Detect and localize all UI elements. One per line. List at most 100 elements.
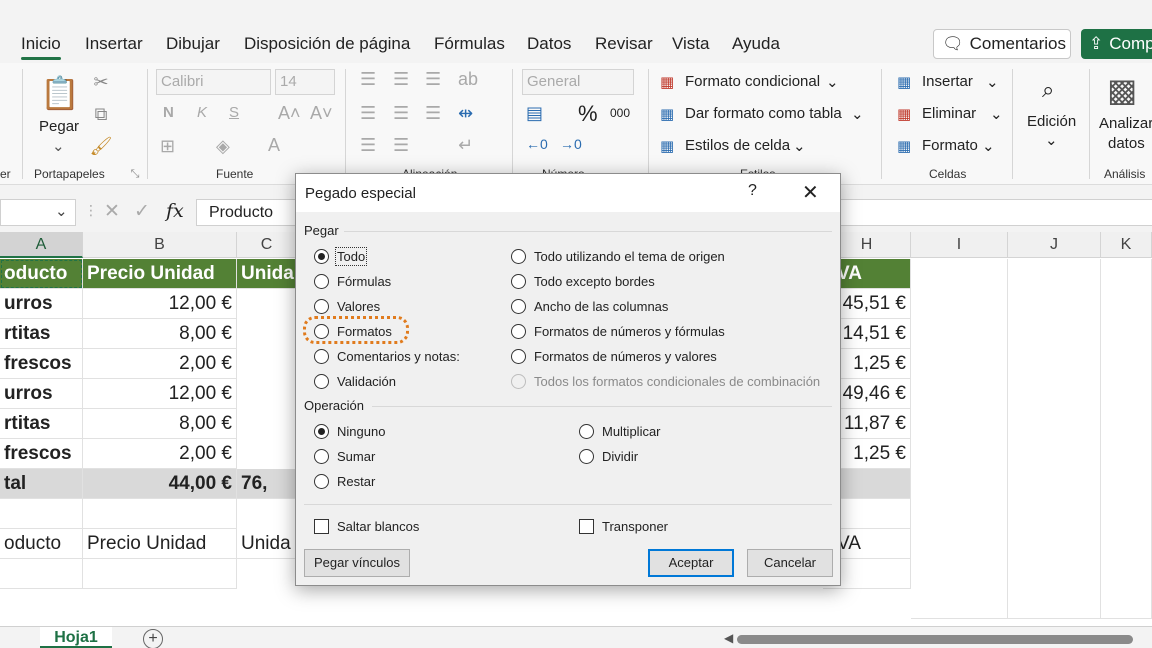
tab-insertar[interactable]: Insertar (85, 34, 143, 54)
column-header-a[interactable]: A (0, 232, 83, 258)
column-header-b[interactable]: B (83, 232, 237, 258)
chevron-down-icon[interactable]: ⌄ (986, 73, 999, 91)
drag-handle-icon[interactable]: ⋮ (84, 202, 98, 219)
table-cell[interactable]: rtitas (0, 319, 83, 349)
paste-button[interactable]: Pegar (39, 118, 79, 135)
chevron-down-icon[interactable]: ⌄ (793, 137, 806, 155)
radio-formatos[interactable]: Formatos (314, 324, 392, 339)
align-middle-icon[interactable]: ☰ (393, 69, 409, 90)
column-header-j[interactable]: J (1008, 232, 1101, 258)
cut-icon[interactable]: ✂ (90, 71, 112, 93)
column-header-i[interactable]: I (911, 232, 1008, 258)
radio-validacion[interactable]: Validación (314, 374, 396, 389)
font-color-icon[interactable]: A (268, 135, 280, 156)
table-cell[interactable] (83, 559, 237, 589)
tab-formulas[interactable]: Fórmulas (434, 34, 505, 54)
chevron-down-icon[interactable]: ⌄ (990, 105, 1003, 123)
radio-todo-tema-origen[interactable]: Todo utilizando el tema de origen (511, 249, 725, 264)
table-cell[interactable]: oducto (0, 529, 83, 559)
editing-button[interactable]: Edición (1027, 113, 1076, 130)
radio-sumar[interactable]: Sumar (314, 449, 375, 464)
align-bottom-icon[interactable]: ☰ (425, 69, 441, 90)
number-format-box[interactable]: General (522, 69, 634, 95)
table-cell[interactable]: 76, (237, 469, 297, 499)
table-cell[interactable]: 2,00 € (83, 439, 237, 469)
radio-todo-excepto-bordes[interactable]: Todo excepto bordes (511, 274, 655, 289)
analyze-data-label-2[interactable]: datos (1108, 135, 1145, 152)
insert-function-button[interactable]: fx (166, 200, 184, 222)
analyze-data-icon[interactable]: ▩ (1107, 71, 1137, 109)
cancel-button[interactable]: Cancelar (747, 549, 833, 577)
radio-comentarios[interactable]: Comentarios y notas: (314, 349, 460, 364)
table-cell[interactable] (911, 259, 1008, 619)
tab-inicio[interactable]: Inicio (21, 34, 61, 60)
table-cell[interactable] (1101, 259, 1152, 619)
table-cell[interactable]: Precio Unidad (83, 259, 237, 289)
format-painter-icon[interactable]: 🖌 (90, 135, 113, 157)
align-center-icon[interactable]: ☰ (393, 103, 409, 124)
table-cell[interactable]: urros (0, 379, 83, 409)
confirm-icon[interactable]: ✓ (134, 200, 150, 223)
tab-ayuda[interactable]: Ayuda (732, 34, 780, 54)
grow-font-icon[interactable]: A˄ (278, 103, 301, 124)
table-cell[interactable]: frescos (0, 349, 83, 379)
decrease-decimal-icon[interactable]: →0 (560, 136, 582, 152)
paste-icon[interactable]: 📋 (40, 73, 80, 113)
ok-button[interactable]: Aceptar (648, 549, 734, 577)
align-right-icon[interactable]: ☰ (425, 103, 441, 124)
radio-ancho-columnas[interactable]: Ancho de las columnas (511, 299, 668, 314)
scroll-left-icon[interactable]: ◀ (724, 631, 733, 645)
borders-icon[interactable]: ⊞ (160, 136, 175, 157)
close-button[interactable]: ✕ (802, 180, 819, 205)
radio-restar[interactable]: Restar (314, 474, 375, 489)
table-format-button[interactable]: Dar formato como tabla (685, 105, 842, 122)
column-header-k[interactable]: K (1101, 232, 1152, 258)
horizontal-scrollbar[interactable] (737, 635, 1133, 644)
name-box[interactable]: ⌄ (0, 199, 76, 226)
table-cell[interactable] (0, 499, 83, 529)
orientation-icon[interactable]: ab (458, 69, 478, 90)
cell-styles-button[interactable]: Estilos de celda (685, 137, 790, 154)
align-left-icon[interactable]: ☰ (360, 103, 376, 124)
radio-todo[interactable]: Todo (314, 247, 368, 266)
table-cell[interactable]: tal (0, 469, 83, 499)
radio-formatos-numeros-valores[interactable]: Formatos de números y valores (511, 349, 717, 364)
decrease-indent-icon[interactable]: ☰ (360, 135, 376, 156)
search-icon[interactable]: ⌕ (1042, 77, 1054, 103)
table-cell[interactable]: 2,00 € (83, 349, 237, 379)
table-cell[interactable]: Precio Unidad (83, 529, 237, 559)
tab-revisar[interactable]: Revisar (595, 34, 653, 54)
add-sheet-button[interactable]: + (143, 629, 163, 648)
table-cell[interactable] (83, 499, 237, 529)
italic-button[interactable]: K (197, 104, 207, 121)
column-header-c[interactable]: C (237, 232, 297, 258)
align-top-icon[interactable]: ☰ (360, 69, 376, 90)
radio-valores[interactable]: Valores (314, 299, 380, 314)
table-cell[interactable]: oducto (0, 259, 83, 289)
table-cell[interactable]: 12,00 € (83, 289, 237, 319)
tab-dibujar[interactable]: Dibujar (166, 34, 220, 54)
shrink-font-icon[interactable]: A˅ (310, 103, 333, 124)
tab-disposicion[interactable]: Disposición de página (244, 34, 410, 54)
insert-cells-button[interactable]: Insertar (922, 73, 973, 90)
increase-indent-icon[interactable]: ☰ (393, 135, 409, 156)
paste-dropdown-icon[interactable]: ⌄ (52, 137, 65, 155)
font-name-box[interactable]: Calibri (156, 69, 271, 95)
cancel-icon[interactable]: ✕ (104, 200, 120, 223)
table-cell[interactable]: rtitas (0, 409, 83, 439)
format-cells-button[interactable]: Formato (922, 137, 978, 154)
table-cell[interactable]: 8,00 € (83, 409, 237, 439)
paste-links-button[interactable]: Pegar vínculos (304, 549, 410, 577)
radio-dividir[interactable]: Dividir (579, 449, 638, 464)
table-cell[interactable] (1008, 259, 1101, 619)
table-cell[interactable]: 12,00 € (83, 379, 237, 409)
checkbox-saltar-blancos[interactable]: Saltar blancos (314, 519, 419, 534)
font-size-box[interactable]: 14 (275, 69, 335, 95)
table-cell[interactable]: Unida (237, 259, 297, 289)
bold-button[interactable]: N (163, 104, 174, 121)
checkbox-transponer[interactable]: Transponer (579, 519, 668, 534)
merge-icon[interactable]: ⇹ (458, 103, 473, 124)
tab-datos[interactable]: Datos (527, 34, 571, 54)
comments-button[interactable]: 🗨 Comentarios (933, 29, 1071, 59)
chevron-down-icon[interactable]: ⌄ (982, 137, 995, 155)
